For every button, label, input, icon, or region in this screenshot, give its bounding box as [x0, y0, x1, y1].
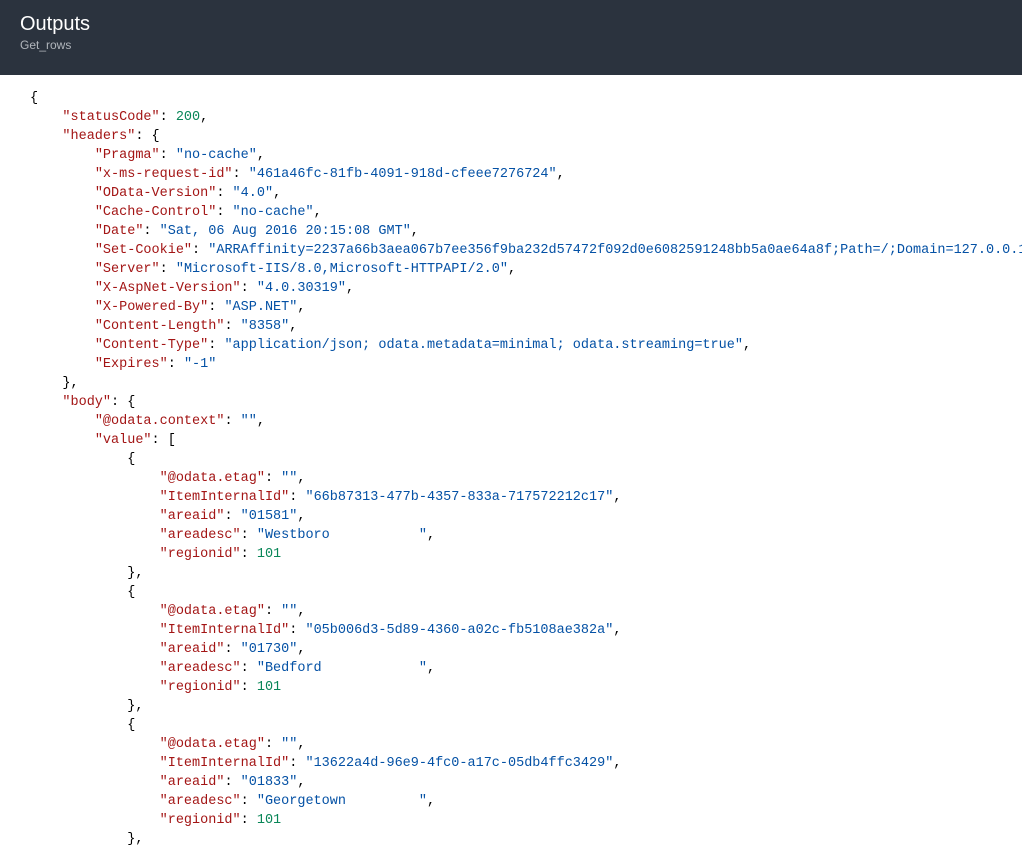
- outputs-header: Outputs Get_rows: [0, 0, 1022, 75]
- header-title: Outputs: [20, 12, 1002, 36]
- json-output[interactable]: { "statusCode": 200, "headers": { "Pragm…: [0, 75, 1022, 863]
- header-subtitle: Get_rows: [20, 38, 1002, 52]
